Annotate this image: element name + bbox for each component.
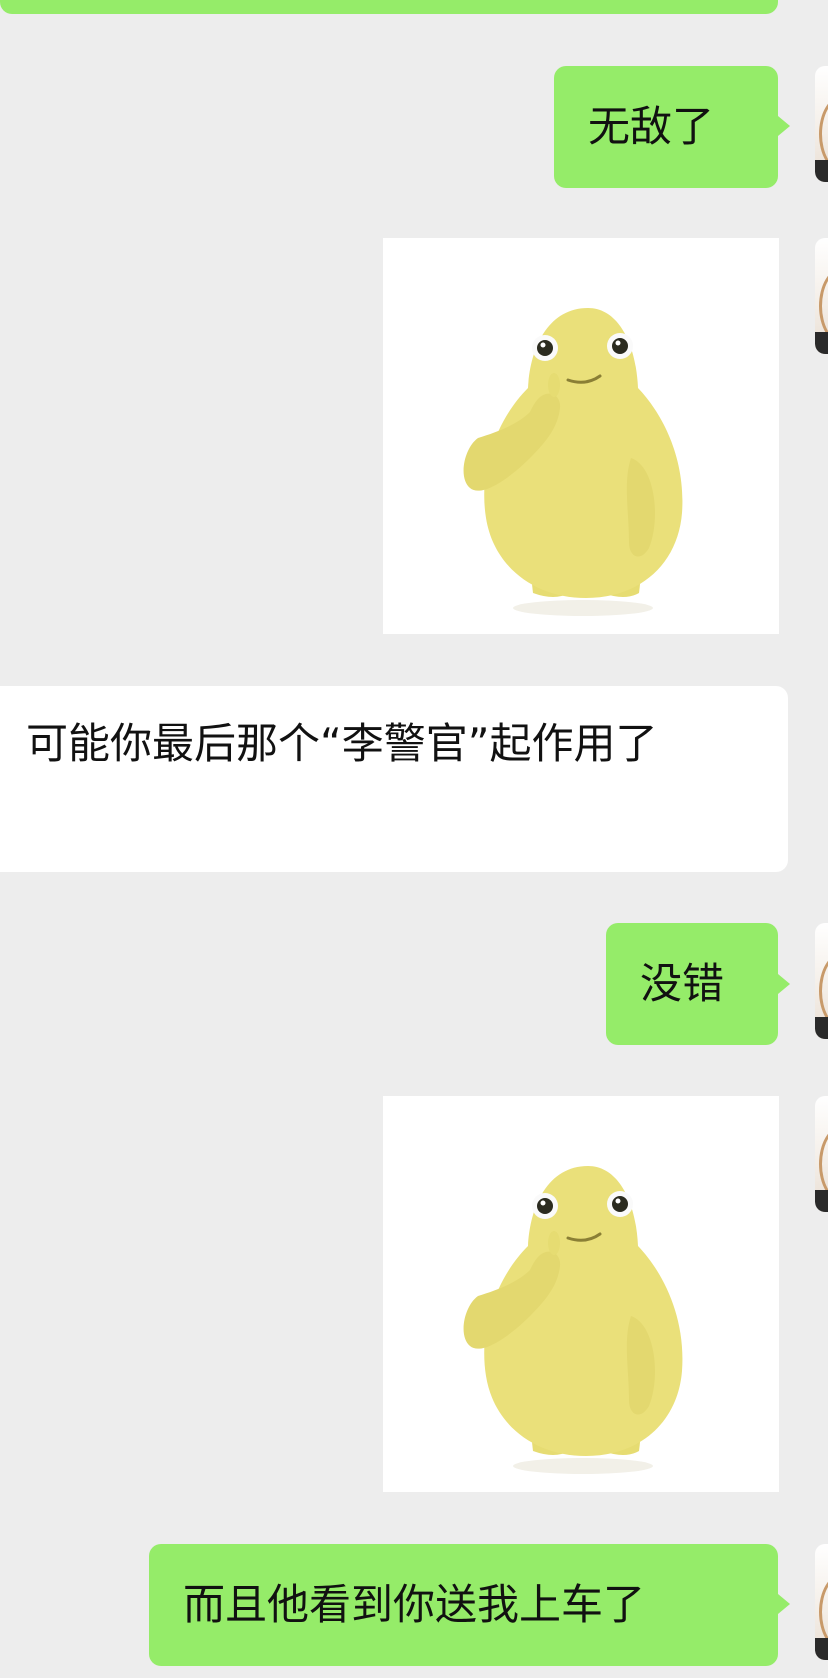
bubble-tail bbox=[778, 974, 790, 994]
avatar[interactable] bbox=[815, 66, 828, 182]
yellow-blob-sticker-svg bbox=[463, 1166, 683, 1474]
avatar[interactable] bbox=[815, 1096, 828, 1212]
avatar-clothing bbox=[815, 1638, 828, 1660]
message-text: 可能你最后那个“李警官”起作用了 bbox=[26, 719, 658, 768]
avatar-clothing bbox=[815, 1017, 828, 1039]
message-text: 无敌了 bbox=[588, 102, 715, 151]
avatar-clothing bbox=[815, 332, 828, 354]
avatar-clothing bbox=[815, 1190, 828, 1212]
bubble-tail bbox=[778, 1594, 790, 1614]
avatar[interactable] bbox=[815, 1544, 828, 1660]
avatar-clothing bbox=[815, 160, 828, 182]
sticker-image[interactable] bbox=[383, 1096, 779, 1492]
sticker-image[interactable] bbox=[383, 238, 779, 634]
message-bubble-outgoing[interactable]: 没错 bbox=[606, 923, 778, 1045]
message-bubble-outgoing[interactable]: 而且他看到你送我上车了 bbox=[149, 1544, 778, 1666]
message-text: 没错 bbox=[640, 959, 725, 1008]
message-bubble-incoming[interactable]: 可能你最后那个“李警官”起作用了 bbox=[0, 686, 788, 872]
previous-message-bubble-edge bbox=[0, 0, 778, 14]
avatar[interactable] bbox=[815, 923, 828, 1039]
yellow-blob-sticker-svg bbox=[463, 308, 683, 616]
message-text: 而且他看到你送我上车了 bbox=[183, 1580, 646, 1629]
avatar[interactable] bbox=[815, 238, 828, 354]
message-bubble-outgoing[interactable]: 无敌了 bbox=[554, 66, 778, 188]
bubble-tail bbox=[778, 116, 790, 136]
